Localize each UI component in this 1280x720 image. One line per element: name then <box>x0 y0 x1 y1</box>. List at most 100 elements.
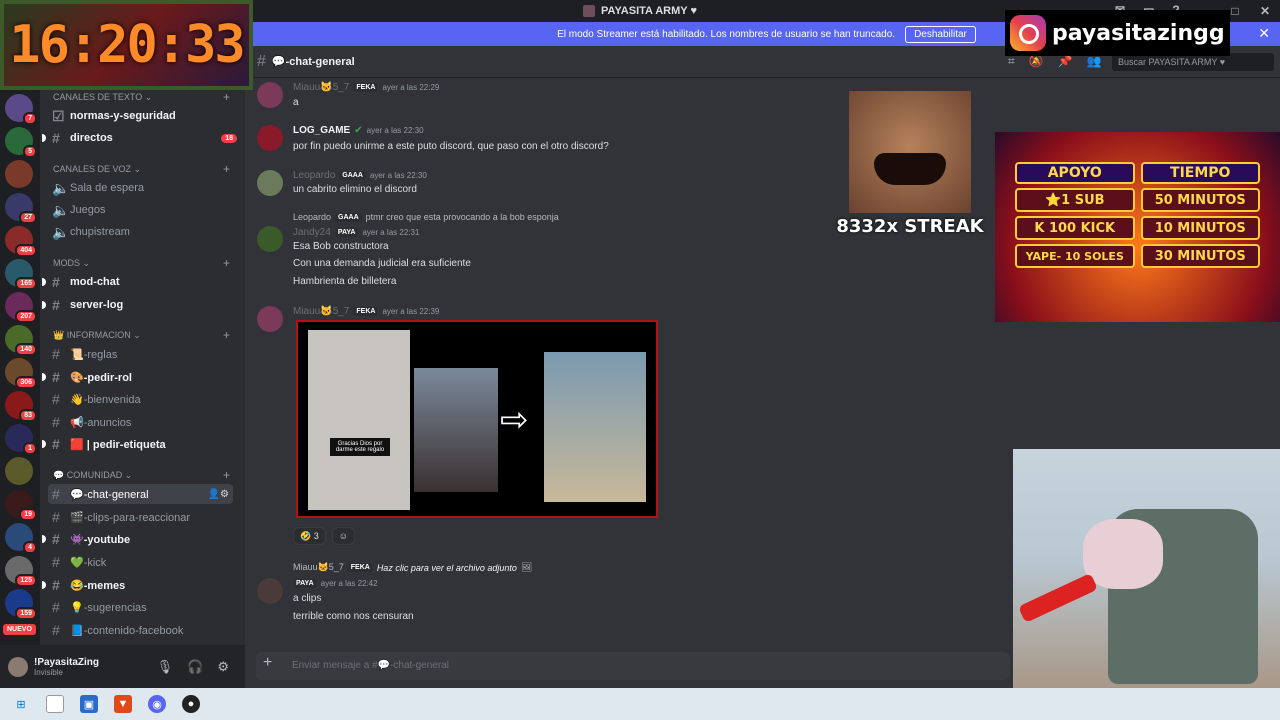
avatar[interactable] <box>257 226 283 252</box>
server-icon[interactable]: 27 <box>5 193 37 224</box>
category-mods[interactable]: MODS ⌄ + <box>53 256 230 270</box>
price-right: 10 MINUTOS <box>1140 216 1260 240</box>
category-text-channels[interactable]: Canales de texto ⌄ + <box>53 90 230 104</box>
microphone-icon[interactable]: 🎙 <box>157 659 174 675</box>
channel-kick[interactable]: # 💚-kick <box>52 552 237 572</box>
channel-normas[interactable]: ☑ normas-y-seguridad <box>52 106 237 126</box>
prices-row: YAPE- 10 SOLES 30 MINUTOS <box>1015 244 1260 268</box>
image-attachment[interactable]: Gracias Dios por darme este regalo ⇨ <box>296 320 658 518</box>
channel-server-log[interactable]: # server-log <box>42 295 237 315</box>
server-icon[interactable] <box>5 160 33 188</box>
channel-bienvenida[interactable]: # 👋-bienvenida <box>52 389 237 409</box>
channel-contenido-facebook[interactable]: # 📘-contenido-facebook <box>52 620 237 640</box>
channel-youtube[interactable]: # 👾-youtube <box>42 529 237 549</box>
pin-icon[interactable]: 📌 <box>1058 54 1073 69</box>
server-icon[interactable]: 5 <box>5 127 37 158</box>
close-window-button[interactable]: ✕ <box>1250 4 1280 18</box>
author-name[interactable]: LOG_GAME <box>293 125 350 136</box>
server-badge: 83 <box>19 409 37 422</box>
server-icon[interactable]: 125 <box>5 556 37 587</box>
channel-directos[interactable]: # directos 18 <box>42 128 237 148</box>
hash-icon: # <box>52 369 60 385</box>
server-icon[interactable]: 1 <box>5 424 37 455</box>
channel-reglas[interactable]: # 📜-reglas <box>52 344 237 364</box>
channel-label: 👋-bienvenida <box>70 393 141 406</box>
server-icon[interactable]: 19 <box>5 490 37 521</box>
members-icon[interactable]: 👥 <box>1087 54 1102 69</box>
prices-row: K 100 KICK 10 MINUTOS <box>1015 216 1260 240</box>
message-input[interactable]: Enviar mensaje a #💬-chat-general <box>256 652 1010 680</box>
category-informacion[interactable]: 👑 INFORMACION ⌄ + <box>53 328 230 342</box>
author-name[interactable]: Miauu🐱5_7 <box>293 306 349 317</box>
explorer-icon[interactable]: ▣ <box>80 695 98 713</box>
windows-start-icon[interactable]: ⊞ <box>12 695 30 713</box>
server-icon[interactable]: 4 <box>5 523 37 554</box>
avatar[interactable] <box>257 578 283 604</box>
server-icon[interactable]: 404 <box>5 226 37 257</box>
channel-clips[interactable]: # 🎬-clips-para-reaccionar <box>52 507 237 527</box>
prices-row: ⭐1 SUB 50 MINUTOS <box>1015 188 1260 212</box>
discord-icon[interactable]: ◉ <box>148 695 166 713</box>
headphones-icon[interactable]: 🎧 <box>187 659 203 675</box>
channel-label: normas-y-seguridad <box>70 110 176 122</box>
avatar[interactable] <box>8 656 28 677</box>
author-name[interactable]: Jandy24 <box>293 227 331 238</box>
avatar[interactable] <box>257 125 283 151</box>
channel-settings-icons[interactable]: 👤⚙ <box>208 489 229 500</box>
add-channel-icon[interactable]: + <box>223 162 230 176</box>
channel-label: 📘-contenido-facebook <box>70 624 184 637</box>
support-prices-overlay: APOYO TIEMPO ⭐1 SUB 50 MINUTOS K 100 KIC… <box>995 132 1280 322</box>
voice-channel-chupistream[interactable]: 🔈 chupistream <box>52 222 237 242</box>
reply-preview[interactable]: Leopardo GAAA ptmr creo que esta provocand… <box>293 212 559 222</box>
server-icon[interactable]: 7 <box>5 94 37 125</box>
notifications-icon[interactable]: 🔕 <box>1029 54 1044 69</box>
server-icon[interactable]: 165 <box>5 259 37 290</box>
add-channel-icon[interactable]: + <box>223 90 230 104</box>
server-icon <box>583 5 595 17</box>
brave-browser-icon[interactable]: ▼ <box>114 695 132 713</box>
server-icon[interactable]: 140 <box>5 325 37 356</box>
server-icon[interactable] <box>5 457 33 485</box>
category-voice-channels[interactable]: Canales de voz ⌄ + <box>53 162 230 176</box>
shield-icon: ✔ <box>354 125 363 136</box>
author-name[interactable]: Miauu🐱5_7 <box>293 82 349 93</box>
server-icon[interactable]: 306 <box>5 358 37 389</box>
obs-icon[interactable]: ● <box>182 695 200 713</box>
avatar[interactable] <box>257 170 283 196</box>
add-channel-icon[interactable]: + <box>223 468 230 482</box>
clock-time: 16:20:33 <box>9 15 245 75</box>
channel-sugerencias[interactable]: # 💡-sugerencias <box>52 597 237 617</box>
category-label: Canales de texto <box>53 92 143 102</box>
channel-chat-general[interactable]: # 💬-chat-general 👤⚙ <box>48 484 233 504</box>
channel-memes[interactable]: # 😂-memes <box>42 575 237 595</box>
server-icon[interactable]: 83 <box>5 391 37 422</box>
author-name[interactable]: Leopardo <box>293 170 335 181</box>
close-banner-icon[interactable]: ✕ <box>1258 25 1270 42</box>
voice-channel-sala[interactable]: 🔈 Sala de espera <box>52 178 237 198</box>
server-icon[interactable]: 159 <box>5 589 37 620</box>
threads-icon[interactable]: ⌗ <box>1008 54 1015 69</box>
channel-pedir-rol[interactable]: # 🎨-pedir-rol <box>42 367 237 387</box>
server-icon[interactable]: 207 <box>5 292 37 323</box>
avatar[interactable] <box>257 306 283 332</box>
category-comunidad[interactable]: 💬 COMUNIDAD ⌄ + <box>53 468 230 482</box>
disable-streamer-button[interactable]: Deshabilitar <box>905 25 976 43</box>
reaction-laugh[interactable]: 🤣 3 <box>293 527 326 545</box>
prices-header: APOYO TIEMPO <box>1015 162 1260 184</box>
channel-mod-chat[interactable]: # mod-chat <box>42 272 237 292</box>
channel-pedir-etiqueta[interactable]: # 🟥 | pedir-etiqueta <box>42 434 237 454</box>
gear-icon[interactable]: ⚙ <box>217 659 229 675</box>
category-label: INFORMACION <box>66 330 131 340</box>
reply-preview[interactable]: Miauu🐱5_7 FEKA Haz clic para ver el archiv… <box>293 562 532 573</box>
add-reaction-icon[interactable]: ☺ <box>331 527 355 545</box>
plus-icon[interactable]: + <box>263 654 272 672</box>
add-channel-icon[interactable]: + <box>223 328 230 342</box>
voice-channel-juegos[interactable]: 🔈 Juegos <box>52 200 237 220</box>
avatar[interactable] <box>257 82 283 108</box>
file-icon[interactable] <box>46 695 64 713</box>
add-channel-icon[interactable]: + <box>223 256 230 270</box>
hash-icon: # <box>52 577 60 593</box>
speaker-icon: 🔈 <box>52 223 70 240</box>
channel-anuncios[interactable]: # 📢-anuncios <box>52 412 237 432</box>
server-list: 7 5 27 404 165 207 140 306 83 1 19 4 125 159 <box>0 90 40 688</box>
